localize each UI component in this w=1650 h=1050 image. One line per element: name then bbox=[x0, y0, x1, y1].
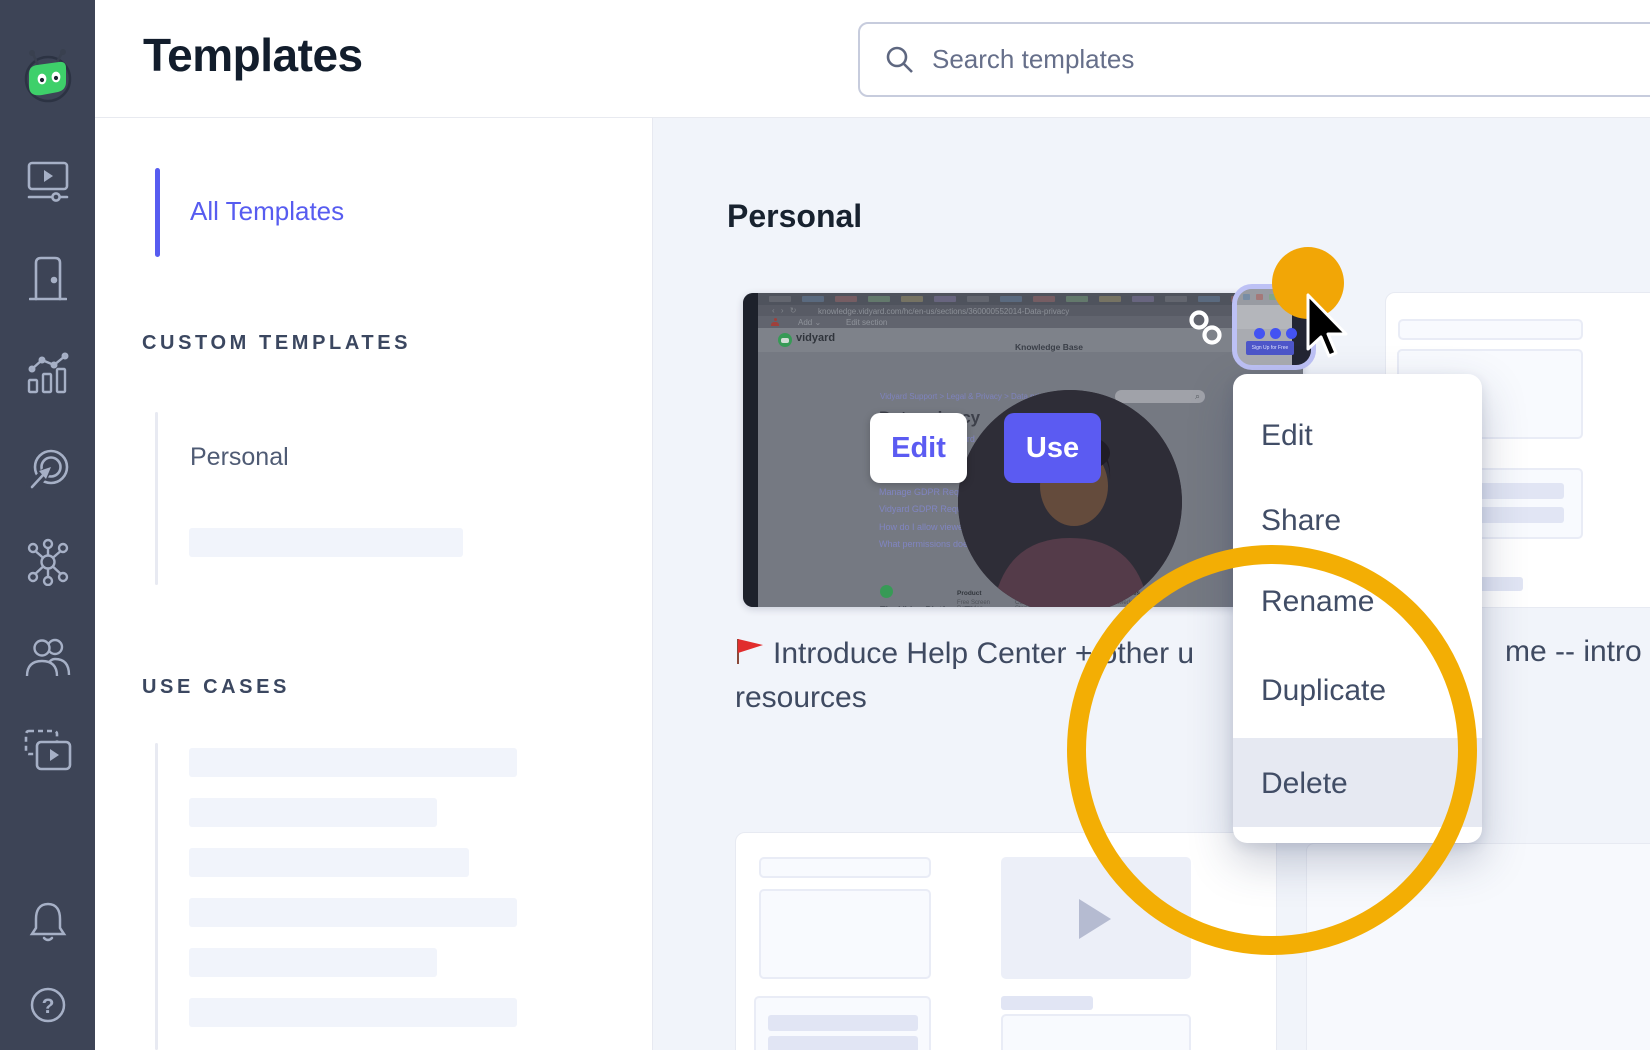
campaigns-icon[interactable] bbox=[0, 447, 95, 493]
kebab-dot bbox=[1254, 328, 1265, 339]
svg-text:?: ? bbox=[41, 995, 54, 1018]
search-input[interactable] bbox=[932, 44, 1650, 75]
copy-link-icon[interactable] bbox=[1188, 309, 1224, 347]
active-nav-indicator bbox=[155, 168, 160, 257]
cursor-icon bbox=[1304, 293, 1350, 359]
template-title-fragment: me -- intro bbox=[1505, 635, 1642, 669]
app-sidebar: ? bbox=[0, 0, 95, 1050]
menu-item-share[interactable]: Share bbox=[1261, 504, 1461, 538]
menu-item-edit[interactable]: Edit bbox=[1261, 419, 1461, 453]
nav-skeleton-bar bbox=[189, 748, 517, 777]
left-nav-panel: All Templates CUSTOM TEMPLATES Personal … bbox=[95, 118, 652, 1050]
kebab-dot bbox=[1270, 328, 1281, 339]
page-title: Templates bbox=[143, 28, 363, 82]
nav-item-all-templates[interactable]: All Templates bbox=[190, 196, 344, 227]
annotation-ring bbox=[1067, 545, 1477, 955]
help-icon[interactable]: ? bbox=[0, 938, 95, 1026]
nav-skeleton-bar bbox=[189, 898, 517, 927]
vidyard-logo-icon[interactable] bbox=[0, 48, 95, 106]
signup-button-fragment: Sign Up for Free bbox=[1246, 341, 1294, 355]
nav-skeleton-bar bbox=[189, 998, 517, 1027]
page-header: Templates bbox=[95, 0, 1650, 118]
rooms-icon[interactable] bbox=[0, 254, 95, 302]
panel-divider bbox=[652, 118, 653, 1050]
skeleton-line bbox=[1001, 996, 1093, 1010]
skeleton-block bbox=[759, 889, 931, 979]
nav-skeleton-bar bbox=[189, 948, 437, 977]
skeleton-line bbox=[768, 1036, 918, 1050]
section-title-personal: Personal bbox=[727, 198, 862, 235]
analytics-icon[interactable] bbox=[0, 350, 95, 396]
custom-templates-section-title: CUSTOM TEMPLATES bbox=[142, 332, 411, 355]
template-title-line2[interactable]: resources bbox=[735, 681, 867, 715]
templates-page: Templates All Templates CUSTOM TEMPLATES… bbox=[0, 0, 1650, 1050]
search-icon bbox=[884, 44, 916, 76]
use-cases-section-title: USE CASES bbox=[142, 676, 290, 699]
nav-item-personal[interactable]: Personal bbox=[190, 443, 289, 472]
edit-button[interactable]: Edit bbox=[870, 413, 967, 483]
search-box bbox=[858, 22, 1650, 97]
use-cases-rule bbox=[155, 743, 158, 1050]
browser-tab bbox=[1256, 294, 1263, 300]
skeleton-block bbox=[1001, 1014, 1191, 1050]
skeleton-line bbox=[768, 1015, 918, 1031]
use-button[interactable]: Use bbox=[1004, 413, 1101, 483]
templates-icon[interactable] bbox=[0, 728, 95, 772]
custom-templates-rule bbox=[155, 412, 158, 585]
skeleton-bar bbox=[759, 857, 931, 878]
audience-icon[interactable] bbox=[0, 635, 95, 679]
skeleton-block bbox=[754, 996, 931, 1050]
browser-tab bbox=[1243, 294, 1250, 300]
nav-skeleton-bar bbox=[189, 528, 463, 557]
red-flag-icon bbox=[735, 637, 765, 665]
play-icon bbox=[1079, 899, 1111, 939]
integrations-icon[interactable] bbox=[0, 538, 95, 586]
nav-skeleton-bar bbox=[189, 798, 437, 827]
kebab-dot bbox=[1286, 328, 1297, 339]
nav-skeleton-bar bbox=[189, 848, 469, 877]
videos-icon[interactable] bbox=[0, 160, 95, 202]
skeleton-bar bbox=[1398, 319, 1583, 340]
